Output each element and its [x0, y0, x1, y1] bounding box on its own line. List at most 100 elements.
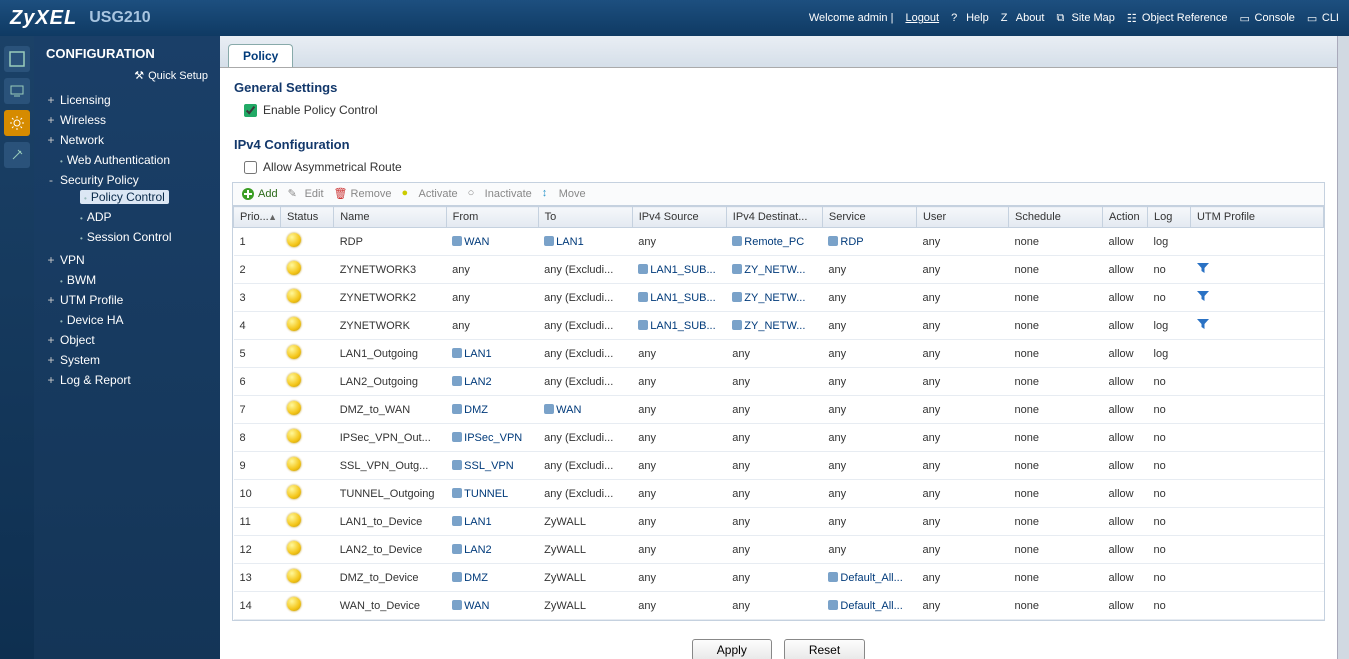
- expand-icon[interactable]: +: [46, 373, 56, 387]
- inactivate-button[interactable]: ○Inactivate: [468, 187, 532, 201]
- cell-value: allow: [1103, 564, 1148, 592]
- sitemap-link[interactable]: ⧉Site Map: [1056, 12, 1114, 24]
- table-row[interactable]: 14WAN_to_DeviceWANZyWALLanyanyDefault_Al…: [234, 592, 1324, 620]
- expand-icon[interactable]: +: [46, 253, 56, 267]
- table-row[interactable]: 6LAN2_OutgoingLAN2any (Excludi...anyanya…: [234, 368, 1324, 396]
- expand-icon[interactable]: +: [46, 293, 56, 307]
- col-prio-[interactable]: Prio...▲: [234, 207, 281, 228]
- table-row[interactable]: 13DMZ_to_DeviceDMZZyWALLanyanyDefault_Al…: [234, 564, 1324, 592]
- sidebar-item-network[interactable]: +Network: [46, 133, 220, 147]
- col-service[interactable]: Service: [822, 207, 916, 228]
- table-row[interactable]: 11LAN1_to_DeviceLAN1ZyWALLanyanyanyanyno…: [234, 508, 1324, 536]
- table-row[interactable]: 4ZYNETWORKanyany (Excludi...LAN1_SUB...Z…: [234, 312, 1324, 340]
- utm-filter-icon[interactable]: [1196, 317, 1210, 331]
- sidebar-item-log-report[interactable]: +Log & Report: [46, 373, 220, 387]
- sitemap-icon: ⧉: [1056, 12, 1068, 24]
- utm-filter-icon[interactable]: [1196, 289, 1210, 303]
- col-name[interactable]: Name: [334, 207, 446, 228]
- about-link[interactable]: ZAbout: [1001, 12, 1045, 24]
- table-row[interactable]: 2ZYNETWORK3anyany (Excludi...LAN1_SUB...…: [234, 256, 1324, 284]
- sidebar-item-system[interactable]: +System: [46, 353, 220, 367]
- col-utm-profile[interactable]: UTM Profile: [1190, 207, 1323, 228]
- activate-button[interactable]: ●Activate: [402, 187, 458, 201]
- sidebar-item-object[interactable]: +Object: [46, 333, 220, 347]
- cell-utm: [1190, 452, 1323, 480]
- col-status[interactable]: Status: [281, 207, 334, 228]
- col-user[interactable]: User: [916, 207, 1008, 228]
- cell-value: SSL_VPN: [452, 460, 514, 472]
- sidebar-item-session-control[interactable]: Session Control: [66, 230, 220, 244]
- col-log[interactable]: Log: [1148, 207, 1191, 228]
- col-action[interactable]: Action: [1103, 207, 1148, 228]
- sidebar-item-policy-control[interactable]: Policy Control: [66, 190, 220, 204]
- quick-setup-link[interactable]: ⚒ Quick Setup: [34, 69, 220, 90]
- enable-policy-checkbox[interactable]: [244, 104, 257, 117]
- table-row[interactable]: 9SSL_VPN_Outg...SSL_VPNany (Excludi...an…: [234, 452, 1324, 480]
- sidebar-item-wireless[interactable]: + Wireless: [46, 113, 220, 127]
- console-link[interactable]: ▭Console: [1240, 12, 1295, 24]
- add-button[interactable]: Add: [241, 187, 278, 201]
- asym-route-label[interactable]: Allow Asymmetrical Route: [263, 160, 402, 174]
- rail-monitor[interactable]: [4, 78, 30, 104]
- cell-name: DMZ_to_WAN: [334, 396, 446, 424]
- apply-button[interactable]: Apply: [692, 639, 772, 659]
- remove-button[interactable]: 🗑Remove: [334, 187, 392, 201]
- table-row[interactable]: 5LAN1_OutgoingLAN1any (Excludi...anyanya…: [234, 340, 1324, 368]
- sidebar-item-licensing[interactable]: +Licensing: [46, 93, 220, 107]
- sidebar-item-label: Wireless: [60, 113, 106, 127]
- table-row[interactable]: 8IPSec_VPN_Out...IPSec_VPNany (Excludi..…: [234, 424, 1324, 452]
- col-ipv4-destinat-[interactable]: IPv4 Destinat...: [726, 207, 822, 228]
- collapse-icon[interactable]: -: [46, 173, 56, 187]
- expand-icon[interactable]: +: [46, 133, 56, 147]
- col-ipv4-source[interactable]: IPv4 Source: [632, 207, 726, 228]
- content-area: Policy General Settings Enable Policy Co…: [220, 36, 1337, 659]
- reset-button[interactable]: Reset: [784, 639, 865, 659]
- cell-name: DMZ_to_Device: [334, 564, 446, 592]
- cell-value: any: [632, 424, 726, 452]
- rail-maintenance[interactable]: [4, 142, 30, 168]
- table-row[interactable]: 7DMZ_to_WANDMZWANanyanyanyanynoneallowno: [234, 396, 1324, 424]
- sidebar-item-adp[interactable]: ADP: [66, 210, 220, 224]
- edit-button[interactable]: ✎Edit: [288, 187, 324, 201]
- table-row[interactable]: 10TUNNEL_OutgoingTUNNELany (Excludi...an…: [234, 480, 1324, 508]
- rail-dashboard[interactable]: [4, 46, 30, 72]
- help-link[interactable]: ?Help: [951, 12, 989, 24]
- object-ref-link[interactable]: ☷Object Reference: [1127, 12, 1228, 24]
- cell-value: any: [916, 508, 1008, 536]
- expand-icon[interactable]: +: [46, 93, 56, 107]
- sidebar-item-label: Session Control: [80, 230, 172, 244]
- enable-policy-label[interactable]: Enable Policy Control: [263, 103, 378, 117]
- cell-prio: 12: [234, 536, 281, 564]
- sidebar-item-vpn[interactable]: +VPN: [46, 253, 220, 267]
- expand-icon[interactable]: +: [46, 353, 56, 367]
- cell-value: any: [916, 424, 1008, 452]
- utm-filter-icon[interactable]: [1196, 261, 1210, 275]
- rail-configuration[interactable]: [4, 110, 30, 136]
- sidebar-item-web-authentication[interactable]: Web Authentication: [46, 153, 220, 167]
- col-to[interactable]: To: [538, 207, 632, 228]
- cell-value: any: [726, 480, 822, 508]
- move-button[interactable]: ↕Move: [542, 187, 586, 201]
- table-row[interactable]: 12LAN2_to_DeviceLAN2ZyWALLanyanyanyanyno…: [234, 536, 1324, 564]
- sidebar-item-security-policy[interactable]: -Security Policy: [46, 173, 220, 187]
- asym-route-checkbox[interactable]: [244, 161, 257, 174]
- cli-link[interactable]: ▭CLI: [1307, 12, 1339, 24]
- tab-policy[interactable]: Policy: [228, 44, 293, 67]
- cell-name: RDP: [334, 228, 446, 256]
- table-row[interactable]: 1RDPWANLAN1anyRemote_PCRDPanynoneallowlo…: [234, 228, 1324, 256]
- objectref-icon: ☷: [1127, 12, 1139, 24]
- sidebar-item-device-ha[interactable]: Device HA: [46, 313, 220, 327]
- table-row[interactable]: 3ZYNETWORK2anyany (Excludi...LAN1_SUB...…: [234, 284, 1324, 312]
- sidebar-item-bwm[interactable]: BWM: [46, 273, 220, 287]
- footer-buttons: Apply Reset: [220, 621, 1337, 659]
- right-scrollbar[interactable]: [1337, 36, 1349, 659]
- expand-icon[interactable]: +: [46, 113, 56, 127]
- logout-link[interactable]: Logout: [905, 12, 939, 24]
- cell-value: allow: [1103, 368, 1148, 396]
- expand-icon[interactable]: +: [46, 333, 56, 347]
- cell-value: any: [632, 368, 726, 396]
- sidebar-item-utm-profile[interactable]: +UTM Profile: [46, 293, 220, 307]
- col-from[interactable]: From: [446, 207, 538, 228]
- col-schedule[interactable]: Schedule: [1008, 207, 1102, 228]
- cell-value: none: [1008, 396, 1102, 424]
